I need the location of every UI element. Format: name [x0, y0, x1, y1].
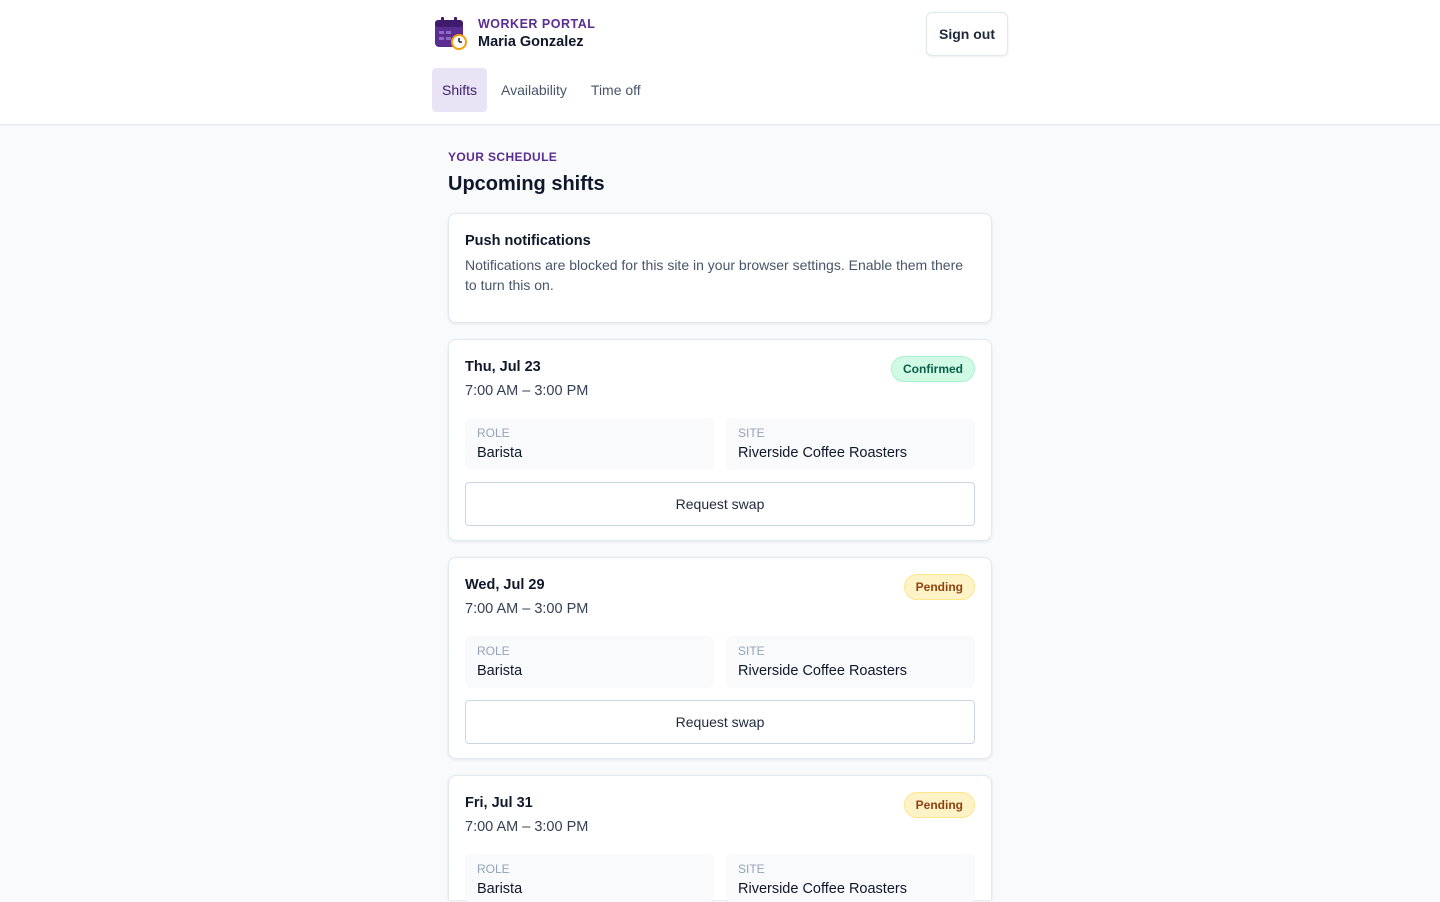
shift-card: Wed, Jul 29 7:00 AM – 3:00 PM Pending RO… [448, 557, 992, 759]
status-badge: Confirmed [891, 356, 975, 382]
site-value: Riverside Coffee Roasters [738, 445, 907, 461]
portal-label: WORKER PORTAL [478, 17, 596, 31]
notification-title: Push notifications [465, 233, 591, 249]
shift-card: Thu, Jul 23 7:00 AM – 3:00 PM Confirmed … [448, 339, 992, 541]
role-label: ROLE [477, 862, 510, 876]
site-value: Riverside Coffee Roasters [738, 881, 907, 897]
role-value: Barista [477, 445, 523, 461]
site-value: Riverside Coffee Roasters [738, 663, 907, 679]
site-box: SITE Riverside Coffee Roasters [726, 418, 975, 470]
shift-time: 7:00 AM – 3:00 PM [465, 601, 589, 617]
role-value: Barista [477, 881, 523, 897]
shift-time: 7:00 AM – 3:00 PM [465, 383, 589, 399]
site-label: SITE [738, 644, 765, 658]
site-label: SITE [738, 426, 765, 440]
site-label: SITE [738, 862, 765, 876]
role-box: ROLE Barista [465, 636, 714, 688]
sign-out-button[interactable]: Sign out [926, 12, 1008, 56]
site-box: SITE Riverside Coffee Roasters [726, 636, 975, 688]
shift-date: Fri, Jul 31 [465, 795, 533, 811]
calendar-clock-icon [433, 15, 469, 51]
notification-card: Push notifications Notifications are blo… [448, 213, 992, 323]
shift-time: 7:00 AM – 3:00 PM [465, 819, 589, 835]
app-header: WORKER PORTAL Maria Gonzalez Sign out Sh… [0, 0, 1440, 125]
role-value: Barista [477, 663, 523, 679]
role-box: ROLE Barista [465, 854, 714, 902]
role-label: ROLE [477, 644, 510, 658]
status-badge: Pending [903, 574, 975, 600]
role-box: ROLE Barista [465, 418, 714, 470]
request-swap-button[interactable]: Request swap [465, 700, 975, 744]
page-title: Upcoming shifts [448, 173, 605, 195]
request-swap-button[interactable]: Request swap [465, 482, 975, 526]
section-eyebrow: YOUR SCHEDULE [448, 150, 558, 164]
tab-shifts[interactable]: Shifts [432, 68, 488, 112]
brand: WORKER PORTAL Maria Gonzalez [433, 14, 595, 52]
role-label: ROLE [477, 426, 510, 440]
tab-availability[interactable]: Availability [491, 68, 577, 112]
notification-body: Notifications are blocked for this site … [465, 257, 964, 293]
user-name: Maria Gonzalez [478, 34, 584, 50]
tab-bar: Shifts Availability Time off [432, 68, 655, 112]
shift-date: Wed, Jul 29 [465, 577, 545, 593]
main-content: YOUR SCHEDULE Upcoming shifts Push notif… [448, 150, 992, 902]
status-badge: Pending [903, 792, 975, 818]
tab-time-off[interactable]: Time off [581, 68, 651, 112]
shift-card: Fri, Jul 31 7:00 AM – 3:00 PM Pending RO… [448, 775, 992, 902]
site-box: SITE Riverside Coffee Roasters [726, 854, 975, 902]
